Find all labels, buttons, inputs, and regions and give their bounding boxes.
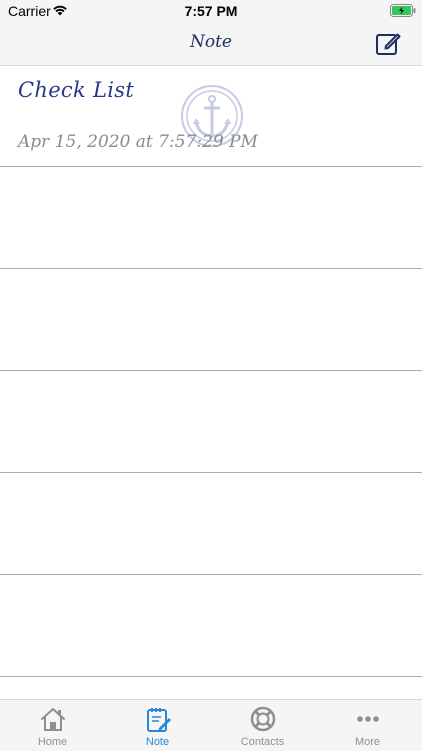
ruled-line <box>0 370 422 371</box>
tab-label: Contacts <box>240 736 285 748</box>
tab-more[interactable]: More <box>315 700 420 751</box>
ruled-line <box>0 268 422 269</box>
compose-icon[interactable] <box>374 30 402 58</box>
note-title[interactable]: Check List <box>18 78 134 102</box>
note-date: Apr 15, 2020 at 7:57:29 PM <box>18 132 258 152</box>
lifebuoy-icon <box>250 706 276 732</box>
page-title: Note <box>189 32 232 52</box>
navigation-bar: Note <box>0 22 422 66</box>
ruled-line <box>0 472 422 473</box>
notepad-icon <box>147 708 171 732</box>
more-icon <box>357 716 379 722</box>
tab-label: Home <box>37 736 68 748</box>
note-content[interactable]: Check List Apr 15, 2020 at 7:57:29 PM <box>0 66 422 699</box>
status-bar: Carrier 7:57 PM <box>0 0 422 22</box>
tab-home[interactable]: Home <box>0 700 105 751</box>
status-time: 7:57 PM <box>184 3 238 19</box>
tab-contacts[interactable]: Contacts <box>210 700 315 751</box>
ruled-line <box>0 166 422 167</box>
tab-bar: Home Note Contacts More <box>0 699 422 751</box>
tab-label: Note <box>145 736 170 748</box>
battery-charging-icon <box>390 4 416 17</box>
tab-label: More <box>354 736 381 748</box>
tab-note[interactable]: Note <box>105 700 210 751</box>
home-icon <box>41 708 65 731</box>
ruled-line <box>0 676 422 677</box>
ruled-line <box>0 574 422 575</box>
